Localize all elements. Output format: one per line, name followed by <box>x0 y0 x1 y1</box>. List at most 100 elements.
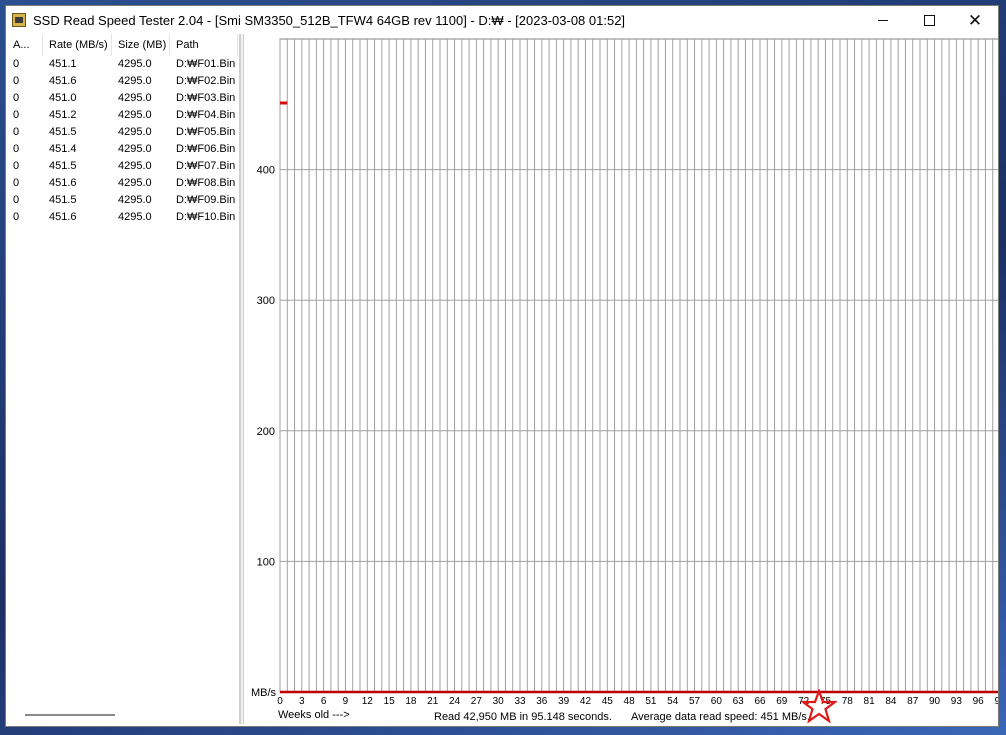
y-axis-label: MB/s <box>251 687 277 699</box>
title-bar[interactable]: SSD Read Speed Tester 2.04 - [Smi SM3350… <box>6 6 998 34</box>
list-item[interactable]: 0 451.2 4295.0 D:₩F04.Bin <box>7 107 239 124</box>
chart-svg: 100200300400MB/s0 3 6 9 12 15 18 21 24 27 30 33 36 39… <box>251 38 998 723</box>
x-tick-label: 21 <box>427 696 439 707</box>
x-tick-label: 42 <box>580 696 592 707</box>
cell-attempts: 0 <box>13 211 20 223</box>
cell-attempts: 0 <box>13 177 20 189</box>
cell-rate: 451.6 <box>49 75 77 87</box>
cell-size: 4295.0 <box>118 211 152 223</box>
x-tick-label: 99 <box>994 696 998 707</box>
plot-area <box>279 38 998 693</box>
x-tick-label: 69 <box>776 696 788 707</box>
cell-attempts: 0 <box>13 75 20 87</box>
x-tick-label: 96 <box>973 696 985 707</box>
cell-size: 4295.0 <box>118 92 152 104</box>
cell-rate: 451.0 <box>49 92 77 104</box>
minimize-button[interactable] <box>860 6 906 34</box>
cell-rate: 451.2 <box>49 109 77 121</box>
cell-size: 4295.0 <box>118 194 152 206</box>
x-tick-label: 3 <box>299 696 305 707</box>
list-item[interactable]: 0 451.6 4295.0 D:₩F02.Bin <box>7 73 239 90</box>
minimize-icon <box>878 19 888 21</box>
x-tick-label: 18 <box>405 696 417 707</box>
x-tick-label: 6 <box>321 696 327 707</box>
close-icon: ✕ <box>967 10 983 30</box>
x-tick-label: 12 <box>362 696 374 707</box>
x-tick-label: 48 <box>624 696 636 707</box>
window-title: SSD Read Speed Tester 2.04 - [Smi SM3350… <box>33 12 626 28</box>
cell-rate: 451.5 <box>49 194 77 206</box>
cell-attempts: 0 <box>13 160 20 172</box>
x-tick-label: 39 <box>558 696 570 707</box>
cell-path: D:₩F10.Bin <box>176 211 236 223</box>
x-axis-label: Weeks old ---> <box>278 709 350 721</box>
cell-rate: 451.5 <box>49 126 77 138</box>
list-item[interactable]: 0 451.5 4295.0 D:₩F07.Bin <box>7 158 239 175</box>
drive-icon <box>12 13 26 27</box>
x-tick-label: 63 <box>733 696 745 707</box>
x-tick-label: 93 <box>951 696 963 707</box>
list-item[interactable]: 0 451.4 4295.0 D:₩F06.Bin <box>7 141 239 158</box>
close-button[interactable]: ✕ <box>952 6 998 34</box>
x-tick-label: 87 <box>907 696 919 707</box>
app-window: SSD Read Speed Tester 2.04 - [Smi SM3350… <box>5 5 999 727</box>
list-item[interactable]: 0 451.6 4295.0 D:₩F10.Bin <box>7 209 239 226</box>
column-header-rate[interactable]: Rate (MB/s) <box>43 34 112 56</box>
x-tick-label: 45 <box>602 696 614 707</box>
status-average-speed: Average data read speed: 451 MB/s. <box>631 711 810 723</box>
cell-size: 4295.0 <box>118 143 152 155</box>
cell-rate: 451.1 <box>49 58 77 70</box>
x-tick-label: 84 <box>885 696 897 707</box>
cell-rate: 451.6 <box>49 211 77 223</box>
column-header-a[interactable]: A... <box>7 34 43 56</box>
cell-size: 4295.0 <box>118 126 152 138</box>
cell-attempts: 0 <box>13 126 20 138</box>
cell-path: D:₩F01.Bin <box>176 58 236 70</box>
list-item[interactable]: 0 451.0 4295.0 D:₩F03.Bin <box>7 90 239 107</box>
column-header-size[interactable]: Size (MB) <box>112 34 170 56</box>
list-item[interactable]: 0 451.6 4295.0 D:₩F08.Bin <box>7 175 239 192</box>
x-tick-label: 51 <box>645 696 657 707</box>
y-tick-label: 100 <box>257 556 275 568</box>
list-item[interactable]: 0 451.1 4295.0 D:₩F01.Bin <box>7 56 239 73</box>
cell-attempts: 0 <box>13 58 20 70</box>
x-tick-label: 81 <box>864 696 876 707</box>
x-tick-label: 78 <box>842 696 854 707</box>
x-tick-label: 24 <box>449 696 461 707</box>
cell-size: 4295.0 <box>118 75 152 87</box>
maximize-button[interactable] <box>906 6 952 34</box>
x-tick-label: 57 <box>689 696 701 707</box>
list-item[interactable]: 0 451.5 4295.0 D:₩F09.Bin <box>7 192 239 209</box>
cell-size: 4295.0 <box>118 58 152 70</box>
y-tick-label: 200 <box>257 426 275 438</box>
cell-attempts: 0 <box>13 143 20 155</box>
list-item[interactable]: 0 451.5 4295.0 D:₩F05.Bin <box>7 124 239 141</box>
cell-rate: 451.5 <box>49 160 77 172</box>
cell-rate: 451.6 <box>49 177 77 189</box>
cell-path: D:₩F03.Bin <box>176 92 236 104</box>
status-read-summary: Read 42,950 MB in 95.148 seconds. <box>434 711 612 723</box>
y-tick-label: 300 <box>257 295 275 307</box>
cell-size: 4295.0 <box>118 177 152 189</box>
cell-path: D:₩F07.Bin <box>176 160 236 172</box>
x-tick-label: 66 <box>754 696 766 707</box>
x-tick-label: 30 <box>493 696 505 707</box>
x-tick-label: 33 <box>514 696 526 707</box>
x-tick-label: 60 <box>711 696 723 707</box>
cell-size: 4295.0 <box>118 160 152 172</box>
cell-attempts: 0 <box>13 194 20 206</box>
cell-path: D:₩F08.Bin <box>176 177 236 189</box>
cell-path: D:₩F06.Bin <box>176 143 236 155</box>
x-tick-label: 54 <box>667 696 679 707</box>
cell-path: D:₩F09.Bin <box>176 194 236 206</box>
list-header: A... Rate (MB/s) Size (MB) Path <box>7 34 239 56</box>
horizontal-scrollbar[interactable] <box>25 714 115 716</box>
speed-chart: 100 200 300 400 MB/s 0 3 6 9 12 15 18 21 24 27 30 33 36 39… <box>244 34 998 724</box>
cell-attempts: 0 <box>13 92 20 104</box>
column-header-path[interactable]: Path <box>170 34 238 56</box>
x-tick-label: 15 <box>384 696 396 707</box>
file-list[interactable]: A... Rate (MB/s) Size (MB) Path 0 451.1 42… <box>7 34 240 724</box>
x-tick-label: 90 <box>929 696 941 707</box>
x-tick-label: 0 <box>277 696 283 707</box>
cell-path: D:₩F05.Bin <box>176 126 236 138</box>
